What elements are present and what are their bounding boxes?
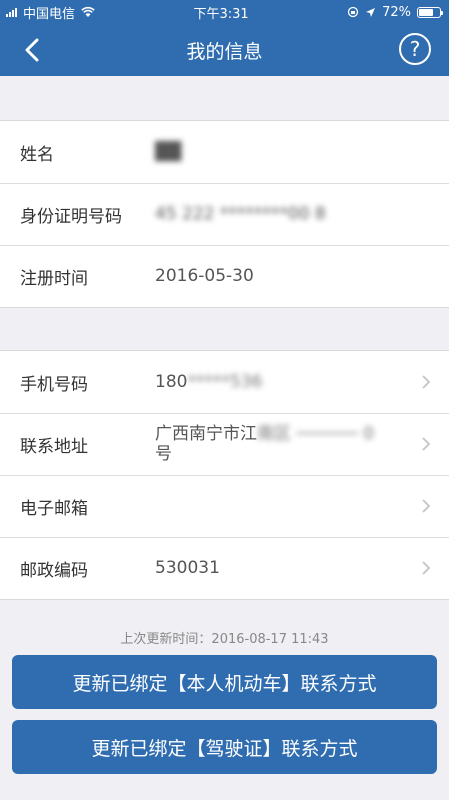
- address-value-line2: 号: [155, 444, 172, 464]
- phone-value-visible: 180: [155, 371, 188, 392]
- status-bar: 中国电信 下午3:31 72%: [0, 0, 449, 24]
- register-date-label: 注册时间: [20, 268, 88, 289]
- contact-info-group: 手机号码 180*****536 联系地址 广西南宁市江南区 ────── 0 号…: [0, 350, 449, 600]
- status-right: 72%: [347, 4, 443, 20]
- email-row[interactable]: 电子邮箱: [0, 475, 449, 537]
- help-icon: ?: [409, 37, 421, 61]
- id-number-row: 身份证明号码 45 222 ********00 8: [0, 183, 449, 245]
- orientation-lock-icon: [347, 6, 359, 18]
- address-value-hidden: 南区 ────── 0: [257, 423, 375, 444]
- clock: 下午3:31: [193, 6, 249, 22]
- back-button[interactable]: [18, 36, 46, 64]
- battery-icon: [417, 6, 443, 18]
- wifi-icon: [81, 6, 95, 17]
- name-value: ██: [155, 141, 182, 162]
- postcode-row[interactable]: 邮政编码 530031: [0, 537, 449, 599]
- postcode-value: 530031: [155, 557, 220, 578]
- status-left: 中国电信: [6, 3, 95, 22]
- register-date-row: 注册时间 2016-05-30: [0, 245, 449, 307]
- nav-bar: 我的信息 ?: [0, 24, 449, 76]
- carrier-label: 中国电信: [23, 6, 76, 22]
- register-date-value: 2016-05-30: [155, 265, 254, 286]
- battery-percent: 72%: [382, 4, 411, 20]
- phone-row[interactable]: 手机号码 180*****536: [0, 351, 449, 413]
- chevron-right-icon: [422, 499, 431, 513]
- id-number-value: 45 222 ********00 8: [155, 203, 326, 224]
- update-vehicle-contact-button[interactable]: 更新已绑定【本人机动车】联系方式: [12, 655, 437, 709]
- phone-value-hidden: *****536: [187, 371, 263, 392]
- header: 中国电信 下午3:31 72% 我的信息 ?: [0, 0, 449, 76]
- chevron-right-icon: [422, 437, 431, 451]
- address-value-visible: 广西南宁市江: [155, 423, 257, 444]
- chevron-right-icon: [422, 375, 431, 389]
- chevron-left-icon: [25, 38, 39, 62]
- chevron-right-icon: [422, 561, 431, 575]
- address-label: 联系地址: [20, 436, 88, 457]
- last-update-time: 上次更新时间：2016-08-17 11:43: [120, 632, 329, 647]
- address-value: 广西南宁市江南区 ────── 0 号: [155, 424, 449, 465]
- phone-label: 手机号码: [20, 374, 88, 395]
- location-icon: [366, 7, 376, 17]
- update-license-contact-button[interactable]: 更新已绑定【驾驶证】联系方式: [12, 720, 437, 774]
- address-row[interactable]: 联系地址 广西南宁市江南区 ────── 0 号: [0, 413, 449, 475]
- personal-info-group: 姓名 ██ 身份证明号码 45 222 ********00 8 注册时间 20…: [0, 120, 449, 308]
- name-row: 姓名 ██: [0, 121, 449, 183]
- postcode-label: 邮政编码: [20, 560, 88, 581]
- help-button[interactable]: ?: [399, 33, 431, 65]
- page-title: 我的信息: [186, 40, 263, 63]
- phone-value: 180*****536: [155, 372, 449, 392]
- id-number-label: 身份证明号码: [20, 206, 122, 227]
- email-label: 电子邮箱: [20, 498, 88, 519]
- signal-icon: [6, 7, 17, 17]
- name-label: 姓名: [20, 144, 54, 165]
